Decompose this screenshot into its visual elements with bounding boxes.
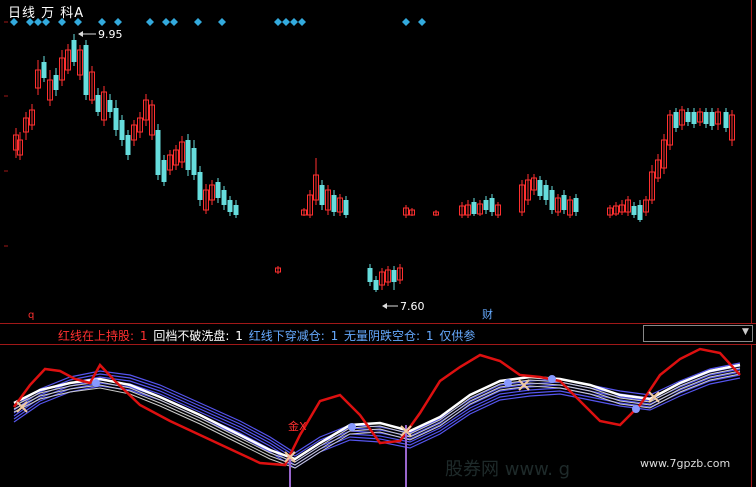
candle-body: [95, 95, 101, 112]
candle-body: [373, 280, 379, 290]
candle-body: [41, 62, 47, 78]
signal-diamond: [282, 18, 290, 26]
watermark-url: www.7gpzb.com: [640, 457, 731, 470]
signal-diamond: [114, 18, 122, 26]
white-band-line: [13, 363, 741, 461]
candle-body: [227, 200, 233, 212]
candle-body: [185, 140, 191, 170]
candlestick-chart[interactable]: 9.95 7.60 q 财: [0, 0, 756, 322]
legend-reduce-value: 1: [330, 329, 339, 343]
signal-diamond: [162, 18, 170, 26]
legend-wash-value: 1: [235, 329, 243, 343]
candle-body: [631, 206, 637, 215]
chart-title: 日线 万 科A: [8, 6, 85, 21]
high-price-label: 9.95: [98, 28, 123, 41]
candle-body: [391, 270, 397, 282]
star-mark: [548, 375, 556, 383]
signal-diamond: [170, 18, 178, 26]
candle-body: [709, 112, 715, 126]
candle-body: [685, 112, 691, 122]
indicator-select-box[interactable]: [643, 325, 753, 342]
signal-diamond: [274, 18, 282, 26]
candle-body: [549, 190, 555, 210]
candle-body: [161, 160, 167, 182]
signal-diamond: [290, 18, 298, 26]
candle-body: [233, 205, 239, 215]
signal-diamond: [402, 18, 410, 26]
candle-body: [723, 112, 729, 128]
candle-body: [53, 75, 59, 90]
signal-diamond: [218, 18, 226, 26]
candle-body: [331, 195, 337, 212]
candle-body: [673, 112, 679, 128]
low-price-label: 7.60: [400, 300, 425, 313]
candle-body: [343, 200, 349, 215]
legend-empty-label: 无量阴跌空仓:: [344, 329, 421, 343]
legend-hold-label: 红线在上持股:: [58, 329, 135, 343]
candle-body: [215, 182, 221, 198]
high-annotation: 9.95: [78, 28, 123, 41]
candle-body: [71, 40, 77, 62]
candles: [13, 34, 735, 292]
candle-body: [637, 205, 643, 220]
signal-diamond: [146, 18, 154, 26]
candle-body: [107, 100, 113, 112]
candle-body: [83, 45, 89, 95]
candle-body: [191, 148, 197, 175]
gold-cross-label: 金X: [288, 419, 307, 433]
candle-body: [703, 112, 709, 124]
legend-empty-value: 1: [425, 329, 434, 343]
low-annotation: 7.60: [382, 300, 425, 313]
candle-body: [543, 185, 549, 200]
candle-body: [319, 185, 325, 205]
signal-diamond: [194, 18, 202, 26]
candle-body: [483, 200, 489, 210]
candle-body: [537, 180, 543, 196]
bottom-mid-mark: 财: [482, 307, 493, 321]
candle-body: [691, 112, 697, 124]
candle-body: [197, 172, 203, 200]
star-mark: [348, 423, 356, 431]
indicator-legend: 红线在上持股: 1 回档不破洗盘: 1 红线下穿减仓: 1 无量阴跌空仓: 1 …: [58, 327, 477, 344]
legend-wash-label: 回档不破洗盘:: [153, 329, 230, 343]
candle-body: [489, 198, 495, 212]
candle-body: [155, 130, 161, 175]
candle-body: [119, 120, 125, 140]
candle-body: [113, 108, 119, 130]
candle-body: [221, 190, 227, 205]
star-mark: [632, 405, 640, 413]
star-mark: [92, 379, 100, 387]
legend-reduce-label: 红线下穿减仓:: [248, 329, 325, 343]
legend-ref-label: 仅供参: [439, 329, 476, 343]
watermark-text: 股券网 www. g: [445, 459, 571, 480]
bottom-left-mark: q: [28, 310, 34, 321]
signal-diamond: [298, 18, 306, 26]
star-mark: [504, 379, 512, 387]
signal-diamond: [418, 18, 426, 26]
candle-body: [573, 198, 579, 212]
candle-body: [367, 268, 373, 282]
legend-hold-value: 1: [139, 329, 148, 343]
signal-diamond: [98, 18, 106, 26]
candle-body: [471, 202, 477, 214]
candle-body: [125, 135, 131, 155]
candle-body: [561, 195, 567, 210]
chevron-down-icon[interactable]: ▼: [742, 327, 749, 337]
white-band-line: [13, 370, 741, 466]
